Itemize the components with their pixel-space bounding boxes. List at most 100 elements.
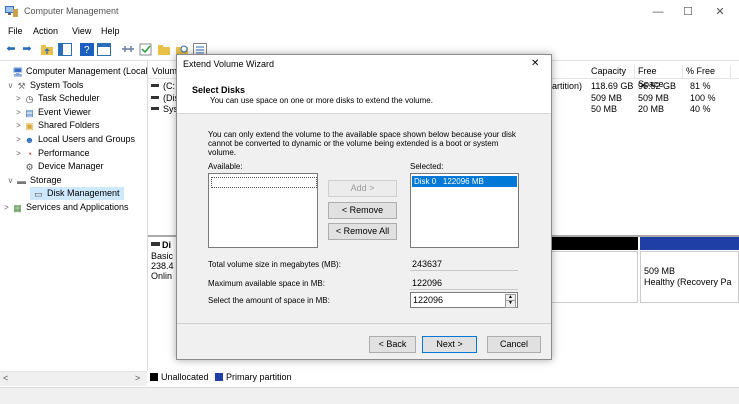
total-size-value: 243637 (410, 258, 518, 271)
column-header-free-space[interactable]: Free Space (635, 65, 683, 89)
expand-chevron-icon[interactable]: > (14, 133, 23, 146)
tree-horizontal-scrollbar[interactable]: < > (0, 371, 147, 386)
services-icon: ▦ (13, 203, 22, 213)
expand-chevron-icon[interactable]: > (14, 119, 23, 132)
selected-disk-item[interactable]: Disk 0 122096 MB (412, 176, 517, 187)
column-header-percent-free[interactable]: % Free (683, 65, 731, 78)
title-bar: Computer Management — ☐ ✕ (0, 0, 739, 24)
tree-item-local-users-and-groups[interactable]: > ☻ Local Users and Groups (0, 133, 135, 146)
primary-partition-swatch (215, 373, 224, 381)
volume-icon (151, 95, 159, 99)
dialog-title: Extend Volume Wizard (183, 59, 275, 69)
device-manager-icon: ⚙ (25, 162, 34, 173)
connect-icon[interactable] (121, 43, 135, 56)
up-folder-icon[interactable] (40, 43, 54, 56)
dialog-header: Select Disks You can use space on one or… (177, 73, 551, 114)
tree-item-computer-management-local[interactable]: 🖥 Computer Management (Local (0, 65, 148, 78)
back-arrow-icon[interactable]: ⬅ (4, 43, 18, 56)
expand-chevron-icon[interactable]: > (14, 92, 23, 105)
storage-icon: ▬ (17, 175, 26, 186)
collapse-chevron-icon[interactable]: v (6, 174, 15, 187)
tree-item-device-manager[interactable]: ⚙ Device Manager (0, 160, 103, 173)
recovery-size: 509 MB (644, 266, 676, 276)
menu-file[interactable]: File (8, 26, 23, 36)
tree-item-disk-management[interactable]: ▭ Disk Management (30, 187, 124, 201)
remove-all-button[interactable]: < Remove All (328, 223, 397, 240)
dialog-subheading: You can use space on one or more disks t… (210, 96, 433, 105)
computer-icon: 🖥 (12, 67, 24, 77)
volume-free-space: 20 MB (638, 104, 665, 114)
available-focus-rect (211, 177, 317, 188)
new-folder-icon[interactable] (157, 43, 171, 56)
tree-item-shared-folders[interactable]: > ▣ Shared Folders (0, 119, 99, 132)
recovery-status: Healthy (Recovery Pa (644, 277, 732, 287)
users-icon: ☻ (24, 135, 35, 145)
legend: Unallocated Primary partition (148, 370, 292, 384)
forward-arrow-icon[interactable]: ➡ (20, 43, 34, 56)
tools-icon: ⚒ (17, 80, 26, 91)
amount-value: 122096 (413, 295, 444, 305)
minimize-button[interactable]: — (643, 2, 673, 22)
show-hide-tree-icon[interactable] (58, 43, 72, 56)
dialog-heading: Select Disks (192, 85, 246, 95)
close-button[interactable]: ✕ (705, 2, 735, 22)
volume-icon (151, 107, 159, 110)
add-button[interactable]: Add > (328, 180, 397, 197)
volume-name: (C: (163, 81, 175, 91)
next-button[interactable]: Next > (422, 336, 477, 353)
disk-0-label: Di (162, 240, 171, 250)
unallocated-swatch (150, 373, 158, 381)
disk-icon: ▭ (34, 189, 43, 200)
volume-capacity: 118.69 GB (591, 81, 634, 91)
tree-item-services-and-applications[interactable]: > ▦ Services and Applications (0, 201, 128, 214)
tree-item-task-scheduler[interactable]: > ◷ Task Scheduler (0, 92, 100, 105)
menu-help[interactable]: Help (101, 26, 120, 36)
volume-icon (151, 84, 159, 87)
window-title: Computer Management (24, 6, 119, 16)
tree-item-label: Local Users and Groups (38, 134, 136, 144)
tree-item-label: System Tools (30, 79, 84, 90)
help-icon[interactable]: ? (80, 43, 94, 56)
dialog-close-button[interactable]: ✕ (531, 55, 539, 73)
back-button[interactable]: < Back (369, 336, 416, 353)
volume-free-space: 96.52 GB (638, 81, 677, 91)
check-icon[interactable] (139, 43, 153, 56)
tree-item-label: Task Scheduler (38, 93, 100, 104)
volume-capacity: 509 MB (591, 92, 623, 103)
disk-icon (151, 242, 160, 246)
amount-label: Select the amount of space in MB: (208, 296, 330, 305)
tree-item-label: Performance (38, 147, 90, 158)
expand-chevron-icon[interactable]: > (2, 201, 11, 214)
extend-volume-wizard-dialog: Extend Volume Wizard ✕ Select Disks You … (176, 54, 552, 360)
tree-item-system-tools[interactable]: v ⚒ System Tools (0, 79, 84, 92)
scroll-right-icon[interactable]: > (135, 373, 140, 383)
tree-item-label: Event Viewer (38, 106, 91, 117)
svg-text:?: ? (84, 45, 90, 56)
dialog-title-bar: Extend Volume Wizard ✕ (177, 55, 551, 73)
menu-view[interactable]: View (72, 26, 91, 36)
tree-item-storage[interactable]: v ▬ Storage (0, 174, 62, 187)
selected-disk-name: Disk 0 (414, 177, 437, 186)
partition-recovery[interactable]: 509 MB Healthy (Recovery Pa (640, 251, 739, 303)
amount-input[interactable]: 122096 ▲ ▼ (410, 292, 518, 308)
shared-folder-icon: ▣ (25, 121, 34, 132)
tree-item-performance[interactable]: > ◔ Performance (0, 147, 90, 160)
properties-icon[interactable] (97, 43, 111, 56)
collapse-chevron-icon[interactable]: v (6, 79, 15, 92)
maximize-button[interactable]: ☐ (673, 2, 703, 22)
menu-action[interactable]: Action (33, 26, 58, 36)
cancel-button[interactable]: Cancel (487, 336, 541, 353)
partition-header-unallocated-bar (549, 237, 638, 250)
tree-item-event-viewer[interactable]: > ▤ Event Viewer (0, 106, 91, 119)
available-disks-list[interactable] (208, 173, 318, 248)
selected-disks-list[interactable]: Disk 0 122096 MB (410, 173, 519, 248)
scroll-left-icon[interactable]: < (3, 373, 8, 383)
remove-button[interactable]: < Remove (328, 202, 397, 219)
partition-unallocated[interactable] (549, 251, 638, 303)
column-header-capacity[interactable]: Capacity (588, 65, 635, 78)
spin-down-icon[interactable]: ▼ (505, 300, 516, 308)
expand-chevron-icon[interactable]: > (14, 106, 23, 119)
max-space-value: 122096 (410, 277, 518, 290)
expand-chevron-icon[interactable]: > (14, 147, 23, 160)
volume-percent-free: 100 % (690, 92, 716, 103)
